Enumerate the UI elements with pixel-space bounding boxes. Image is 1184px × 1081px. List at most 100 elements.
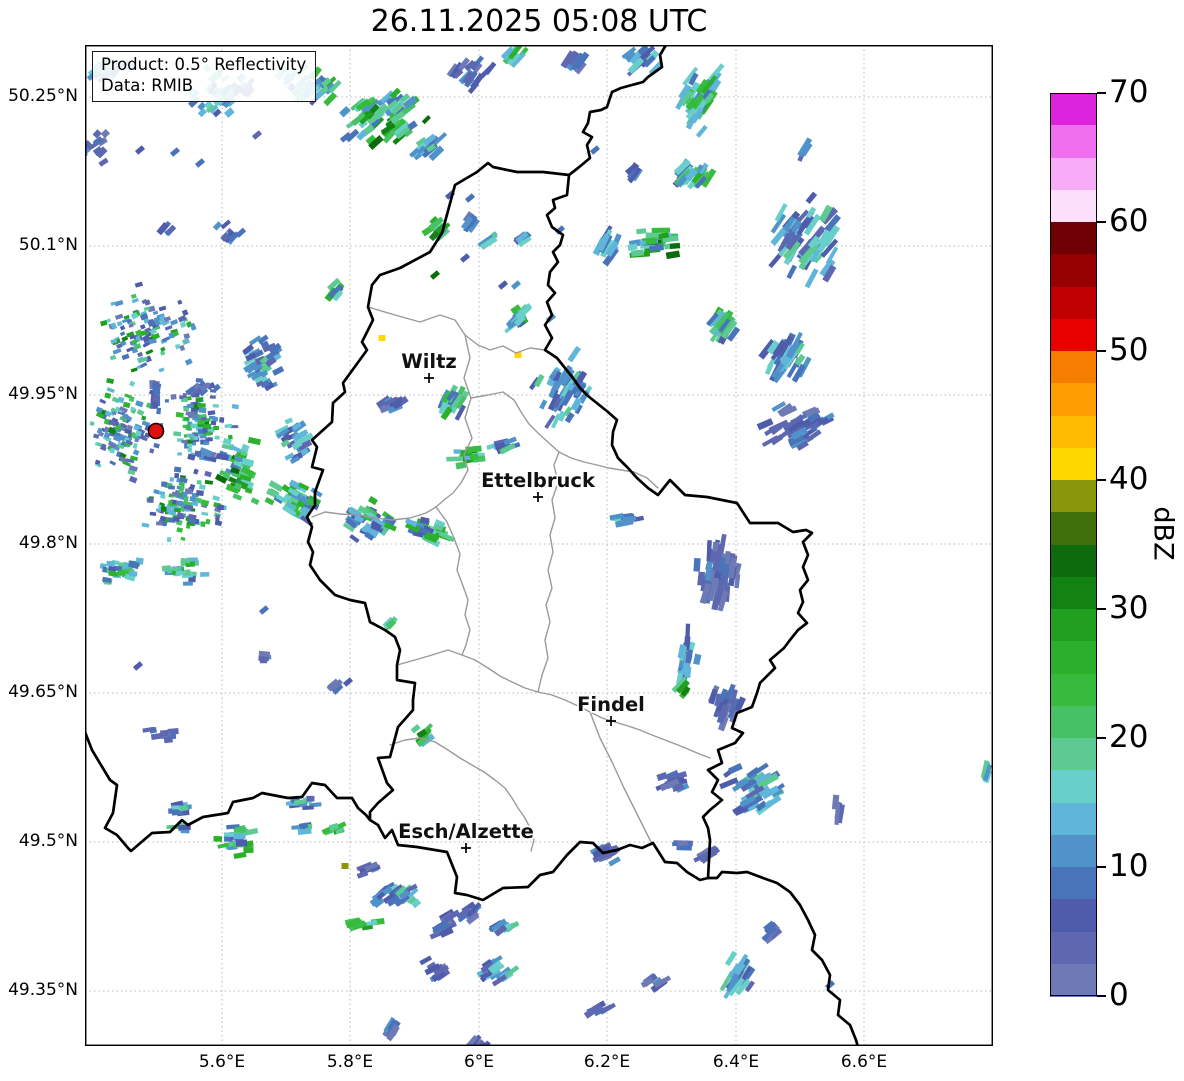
colorbar-segment [1050, 705, 1097, 739]
echo-bin [184, 569, 191, 576]
echo-bin [180, 557, 191, 564]
echo-bin [215, 435, 220, 439]
colorbar-tick-label: 20 [1109, 719, 1149, 755]
echo-bin [159, 729, 170, 737]
echo-bin [193, 404, 198, 409]
colorbar-segment [1050, 641, 1097, 675]
echo-bin [198, 407, 207, 414]
colorbar-tick-label: 50 [1109, 332, 1149, 368]
x-tick-label: 5.8°E [326, 1052, 374, 1072]
echo-bin [194, 450, 202, 457]
echo-bin [636, 228, 647, 235]
echo-bin [235, 839, 248, 847]
x-tick-label: 6.6°E [840, 1052, 888, 1072]
echo-bin [693, 557, 701, 572]
echo-bin [227, 434, 233, 440]
figure-title: 26.11.2025 05:08 UTC [370, 4, 708, 39]
colorbar-segment [1050, 867, 1097, 900]
colorbar-segment [1050, 189, 1097, 223]
echo-bin [198, 403, 206, 408]
city-label: Ettelbruck [481, 469, 596, 492]
colorbar-tick-mark [1097, 608, 1106, 610]
colorbar-segment [1050, 609, 1097, 642]
colorbar-tick-mark [1097, 221, 1106, 223]
echo-bin [259, 658, 268, 664]
echo-bin-strong [378, 335, 386, 341]
echo-bin [197, 419, 205, 425]
colorbar-segment [1050, 899, 1097, 933]
x-tick-label: 5.6°E [198, 1052, 246, 1072]
echo-bin [215, 517, 220, 524]
x-tick-label: 6.2°E [583, 1052, 631, 1072]
x-tick-label: 6°E [463, 1052, 495, 1072]
colorbar-tick-label: 0 [1109, 977, 1129, 1013]
echo-bin [186, 443, 193, 448]
echo-bin [166, 536, 172, 543]
echo-bin [622, 516, 637, 521]
echo-bin [200, 521, 206, 528]
echo-bin [446, 456, 464, 462]
colorbar-tick-mark [1097, 92, 1106, 94]
echo-bin [173, 466, 182, 473]
colorbar-segment [1050, 318, 1097, 352]
inset-data-line: Data: RMIB [101, 76, 194, 96]
colorbar-tick-mark [1097, 995, 1106, 997]
inset-product-line: Product: 0.5° Reflectivity [101, 55, 307, 74]
echo-bin [168, 485, 175, 490]
echo-bin [219, 417, 225, 423]
radar-site-layer [147, 422, 165, 440]
echo-bin [213, 836, 223, 842]
echo-bin [183, 498, 189, 505]
echo-bin [196, 490, 204, 497]
y-tick-label: 49.65°N [8, 682, 78, 702]
echo-bin [217, 504, 224, 511]
echo-bin [161, 565, 172, 572]
colorbar-segment [1050, 254, 1097, 288]
echo-bin [179, 395, 184, 400]
echo-bin [160, 481, 168, 488]
echo-bin [210, 420, 217, 426]
echo-bin [171, 805, 180, 810]
echo-bin [223, 832, 236, 837]
echo-bin [243, 846, 254, 854]
colorbar-segment [1050, 931, 1097, 965]
echo-bin [291, 825, 300, 830]
echo-bin [182, 581, 193, 586]
colorbar-segment [1050, 480, 1097, 513]
echo-bin [193, 435, 199, 441]
colorbar-unit-label: dBZ [1147, 506, 1179, 561]
colorbar-tick-label: 30 [1109, 590, 1149, 626]
echo-bin [258, 650, 271, 658]
echo-bin [155, 521, 163, 526]
echo-bin [163, 736, 173, 744]
echo-bin [187, 447, 193, 453]
colorbar-segment [1050, 93, 1097, 126]
echo-bin [235, 826, 247, 833]
colorbar-segment [1050, 351, 1097, 384]
colorbar-segment [1050, 157, 1097, 191]
colorbar-segment [1050, 963, 1097, 997]
echo-bin [168, 500, 173, 506]
echo-bin [164, 399, 169, 403]
colorbar-tick-label: 60 [1109, 203, 1149, 239]
echo-bin [169, 477, 175, 482]
map-background [85, 45, 993, 1046]
colorbar-segment [1050, 125, 1097, 159]
city-label: Findel [577, 693, 645, 716]
echo-bin [202, 427, 208, 434]
echo-bin [212, 403, 219, 408]
colorbar-segment [1050, 383, 1097, 417]
colorbar-segment [1050, 738, 1097, 771]
echo-bin [129, 571, 138, 577]
colorbar-tick-label: 40 [1109, 461, 1149, 497]
colorbar-segment [1050, 576, 1097, 610]
echo-bin [156, 407, 162, 415]
echo-bin [187, 411, 197, 418]
echo-bin [189, 496, 197, 502]
city-label: Wiltz [401, 350, 457, 373]
echo-bin [188, 434, 195, 438]
colorbar-segment [1050, 834, 1097, 868]
colorbar-segment [1050, 770, 1097, 804]
echo-bin [149, 511, 157, 516]
colorbar-tick-mark [1097, 479, 1106, 481]
